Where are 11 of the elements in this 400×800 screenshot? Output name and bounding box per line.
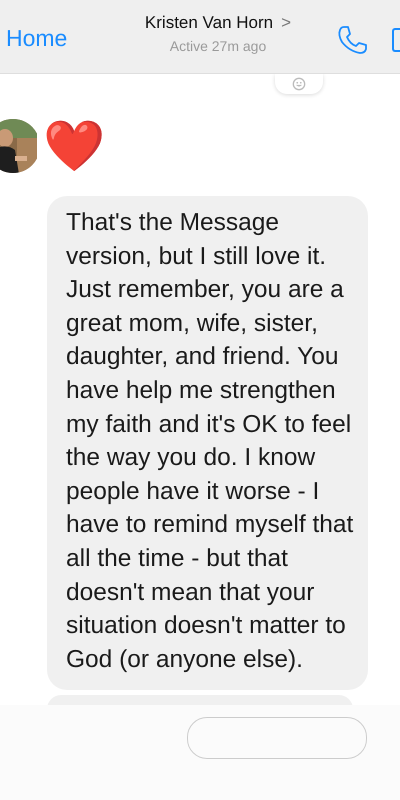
contact-name[interactable]: Kristen Van Horn bbox=[144, 13, 274, 33]
video-icon[interactable] bbox=[392, 28, 400, 52]
message-bubble: That's the Message version, but I still love it. Just remember, you are a great mom, wife, sister, daughter, and friend. You have help me strengthen my faith and it's OK to feel the way you do. I know people have it worse - I have to remind myself that all the time - but that doesn't mean that your situation doesn't matter to God (or anyone else). bbox=[47, 196, 368, 690]
chevron-icon[interactable]: > bbox=[281, 13, 292, 33]
back-link[interactable]: Home bbox=[6, 25, 116, 52]
smiley-icon bbox=[292, 77, 306, 91]
reaction-button[interactable] bbox=[275, 74, 323, 94]
message-field[interactable] bbox=[187, 717, 367, 760]
heart-emoji: ❤ bbox=[43, 117, 105, 176]
active-status: Active 27m ago bbox=[170, 38, 266, 54]
phone-icon[interactable] bbox=[336, 24, 368, 56]
